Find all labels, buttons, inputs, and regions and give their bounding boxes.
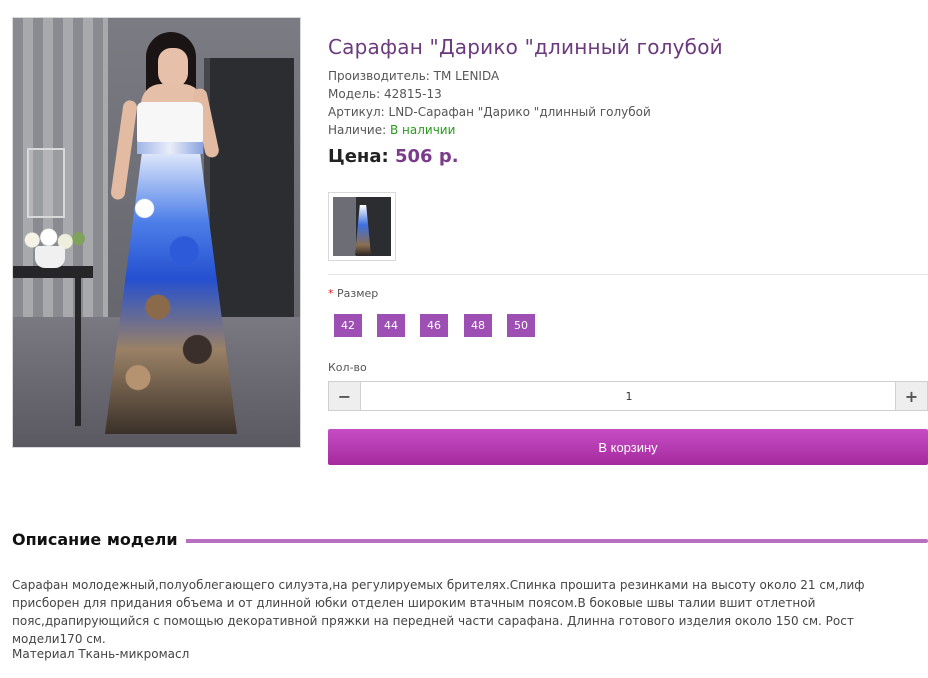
sku-value: LND-Сарафан "Дарико "длинный голубой <box>388 105 651 119</box>
material-text: Материал Ткань-микромасл <box>12 647 190 661</box>
description-heading: Описание модели <box>12 530 186 549</box>
sku-row: Артикул: LND-Сарафан "Дарико "длинный го… <box>328 105 651 119</box>
thumbnail-dress <box>355 205 371 255</box>
size-option-50[interactable]: 50 <box>507 314 535 337</box>
add-to-cart-button[interactable]: В корзину <box>328 429 928 465</box>
size-label-row: * Размер <box>328 287 378 300</box>
availability-row: Наличие: В наличии <box>328 123 455 137</box>
model-arm <box>110 99 138 201</box>
model-value: 42815-13 <box>384 87 442 101</box>
size-option-48[interactable]: 48 <box>464 314 492 337</box>
minus-icon[interactable]: − <box>329 382 361 410</box>
model-row: Модель: 42815-13 <box>328 87 442 101</box>
options-divider <box>328 274 928 275</box>
model-label: Модель: <box>328 87 381 101</box>
quantity-label: Кол-во <box>328 361 367 374</box>
quantity-input[interactable] <box>361 382 897 410</box>
plus-icon[interactable]: + <box>895 382 927 410</box>
photo-vase <box>35 246 65 268</box>
size-option-44[interactable]: 44 <box>377 314 405 337</box>
model-face <box>158 48 188 88</box>
price-label: Цена: <box>328 146 389 167</box>
price-value: 506 р. <box>394 146 459 167</box>
product-thumbnail[interactable] <box>328 192 396 261</box>
sku-label: Артикул: <box>328 105 385 119</box>
product-title: Сарафан "Дарико "длинный голубой <box>328 35 723 59</box>
size-option-46[interactable]: 46 <box>420 314 448 337</box>
dress-belt <box>137 142 203 154</box>
description-text: Сарафан молодежный,полуоблегающего силуэ… <box>12 578 865 646</box>
availability-label: Наличие: <box>328 123 387 137</box>
required-mark: * <box>328 287 334 300</box>
size-option-42[interactable]: 42 <box>334 314 362 337</box>
manufacturer-label: Производитель: <box>328 69 430 83</box>
thumbnail-image <box>333 197 391 256</box>
photo-lantern <box>27 148 65 218</box>
dress-bodice <box>137 102 203 144</box>
availability-status: В наличии <box>390 123 456 137</box>
quantity-stepper: − + <box>328 381 928 411</box>
manufacturer-row: Производитель: TM LENIDA <box>328 69 499 83</box>
manufacturer-value[interactable]: TM LENIDA <box>434 69 500 83</box>
size-label: Размер <box>337 287 379 300</box>
product-main-photo[interactable] <box>12 17 301 448</box>
price-row: Цена: 506 р. <box>328 146 459 167</box>
photo-table-leg <box>75 276 81 426</box>
description-heading-underline <box>178 539 928 543</box>
